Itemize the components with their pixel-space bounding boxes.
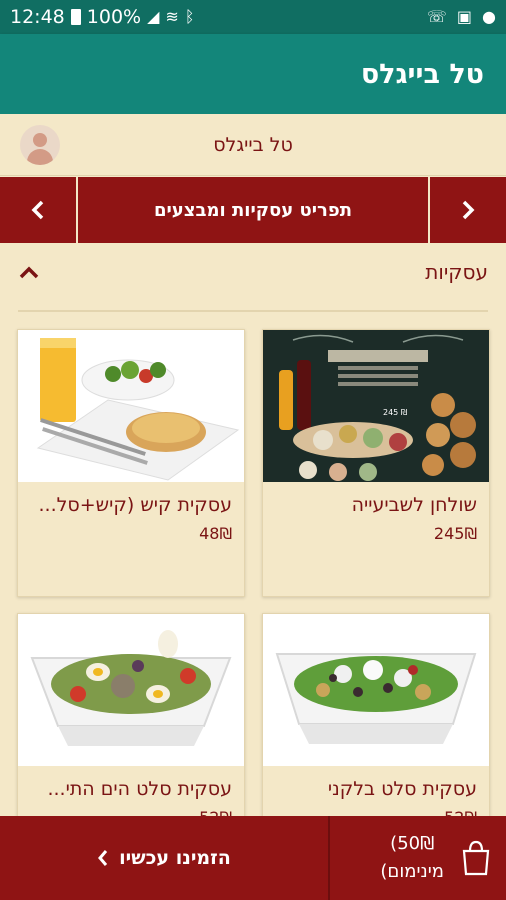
- item-image-quiche: [18, 330, 244, 482]
- quiche-meal-photo: [18, 330, 244, 482]
- phone-icon: ☏: [426, 7, 447, 26]
- cart-button[interactable]: 50₪) מינימום): [330, 816, 506, 900]
- item-image-tuna-salad: [18, 614, 244, 766]
- bluetooth-icon: ᛒ: [184, 7, 195, 26]
- image-icon: ▣: [456, 7, 473, 26]
- item-image-seven-in-heaven: 245 ₪: [263, 330, 489, 482]
- menu-item-card[interactable]: 245 ₪ שולחן לשביעייה 245₪: [262, 329, 490, 597]
- item-price: 245₪: [433, 524, 477, 543]
- battery-icon: [70, 9, 81, 25]
- item-name: עסקית סלט בלקני: [327, 778, 477, 800]
- spotify-icon: ●: [482, 7, 496, 26]
- item-name: עסקית סלט הים התי...: [47, 778, 232, 800]
- order-now-label: הזמינו עכשיו: [119, 847, 231, 869]
- profile-name: טל בייגלס: [213, 133, 293, 156]
- chevron-left-icon: [31, 200, 44, 220]
- cart-amount: 50₪): [390, 833, 435, 854]
- chevron-right-icon: [462, 200, 475, 220]
- section-divider: [18, 310, 488, 312]
- status-right: ☏ ▣ ●: [427, 9, 496, 25]
- profile-row[interactable]: טל בייגלס: [0, 114, 506, 176]
- menu-item-card[interactable]: עסקית סלט בלקני 52₪: [262, 613, 490, 833]
- item-name: שולחן לשביעייה: [351, 494, 477, 516]
- app-bar: טל בייגלס: [0, 34, 506, 114]
- tuna-salad-photo: [18, 614, 244, 766]
- cart-summary: 50₪) מינימום): [380, 830, 444, 886]
- svg-text:245 ₪: 245 ₪: [383, 408, 407, 417]
- nav-next-button[interactable]: [428, 177, 506, 243]
- category-nav: תפריט עסקיות ומבצעים: [0, 177, 506, 243]
- item-image-balkan-salad: [263, 614, 489, 766]
- status-time: 12:48: [10, 6, 65, 28]
- chevron-left-icon: [98, 850, 108, 866]
- cart-minimum: מינימום): [380, 861, 444, 882]
- status-bar: 12:48 100% ◢ ≋ ᛒ ☏ ▣ ●: [0, 0, 506, 34]
- seven-in-heaven-poster: 245 ₪: [263, 330, 489, 482]
- menu-item-card[interactable]: עסקית סלט הים התי... 52₪: [17, 613, 245, 833]
- status-battery: 100%: [86, 6, 142, 28]
- wifi-icon: ≋: [165, 7, 179, 26]
- balkan-salad-photo: [263, 614, 489, 766]
- nav-title: תפריט עסקיות ומבצעים: [153, 199, 353, 221]
- shopping-bag-icon: [462, 840, 490, 876]
- item-price: 48₪: [199, 524, 232, 543]
- chevron-up-icon[interactable]: [18, 265, 40, 281]
- section-header[interactable]: עסקיות: [0, 243, 506, 303]
- order-now-button[interactable]: הזמינו עכשיו: [0, 816, 330, 900]
- section-title: עסקיות: [425, 260, 488, 284]
- menu-item-card[interactable]: עסקית קיש (קיש+סל... 48₪: [17, 329, 245, 597]
- nav-prev-button[interactable]: [0, 177, 78, 243]
- status-left: 12:48 100% ◢ ≋ ᛒ: [10, 6, 194, 28]
- bottom-bar: הזמינו עכשיו 50₪) מינימום): [0, 816, 506, 900]
- signal-icon: ◢: [147, 7, 160, 26]
- item-name: עסקית קיש (קיש+סל...: [38, 494, 232, 516]
- app-title: טל בייגלס: [360, 58, 484, 90]
